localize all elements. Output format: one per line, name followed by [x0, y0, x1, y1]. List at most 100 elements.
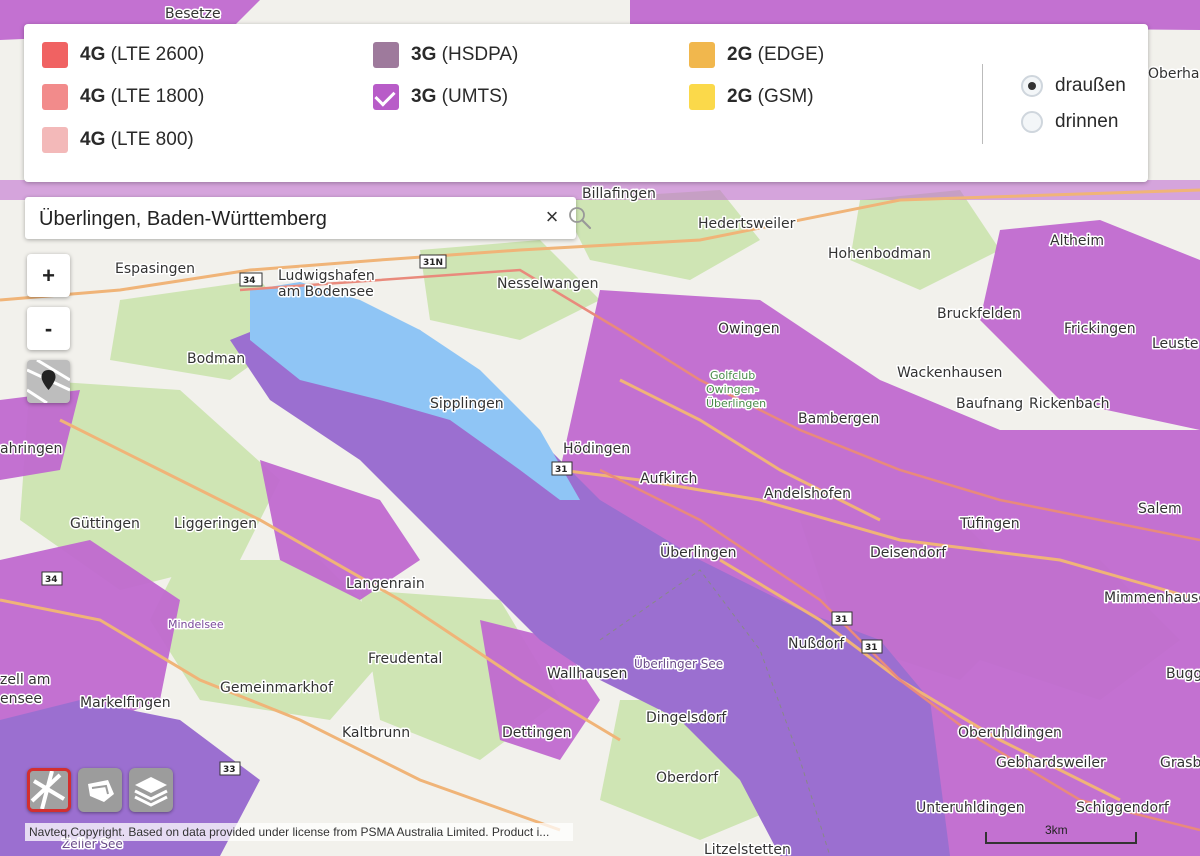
- map-label: Frickingen: [1064, 321, 1136, 337]
- layers-button[interactable]: [129, 768, 173, 812]
- map-label: Wallhausen: [547, 666, 627, 682]
- legend-divider: [982, 64, 983, 144]
- map-label: Litzelstetten: [704, 842, 791, 856]
- map-label: Golfclub: [710, 369, 755, 382]
- map-label: Nußdorf: [788, 636, 845, 652]
- scale-label: 3km: [1045, 823, 1068, 837]
- legend-item-umts[interactable]: 3G (UMTS): [373, 82, 508, 112]
- search-icon[interactable]: [568, 206, 592, 230]
- map-label: Aufkirch: [640, 471, 697, 487]
- map-label: Gebhardsweiler: [996, 755, 1106, 771]
- map-label: Bambergen: [798, 411, 879, 427]
- map-label: Überlinger See: [634, 655, 723, 671]
- map-label: am Bodensee: [278, 284, 374, 300]
- terrain-view-button[interactable]: [78, 768, 122, 812]
- legend-item-lte1800[interactable]: 4G (LTE 1800): [42, 82, 204, 112]
- map-roads-icon: [30, 770, 66, 810]
- map-label: Bodman: [187, 351, 245, 367]
- map-label: Hohenbodman: [828, 246, 931, 262]
- map-label: Grasbe: [1160, 755, 1200, 771]
- map-label: Bruckfelden: [937, 306, 1021, 322]
- map-label: ahringen: [0, 441, 62, 457]
- svg-text:34: 34: [243, 276, 256, 286]
- legend-swatch-checked[interactable]: [373, 84, 399, 110]
- map-label: Billafingen: [582, 186, 656, 202]
- map-label: Mimmenhause: [1104, 590, 1200, 606]
- map-label: Andelshofen: [764, 486, 851, 502]
- map-label: Leuste: [1152, 336, 1198, 352]
- legend-swatch[interactable]: [373, 42, 399, 68]
- map-label: Baufnang: [956, 396, 1023, 412]
- map-label: Hödingen: [563, 441, 630, 457]
- radio-indoor[interactable]: drinnen: [1021, 108, 1118, 136]
- svg-text:33: 33: [223, 765, 236, 775]
- zoom-in-button[interactable]: +: [27, 254, 70, 297]
- map-label: Altheim: [1050, 233, 1104, 249]
- map-label: Ludwigshafen: [278, 268, 375, 284]
- map-label: Besetze: [165, 6, 221, 22]
- map-label: Nesselwangen: [497, 276, 598, 292]
- map-label: Freudental: [368, 651, 442, 667]
- map-label: Unteruhldingen: [916, 800, 1025, 816]
- check-icon: [374, 85, 396, 107]
- map-view-button[interactable]: [27, 768, 71, 812]
- legend-swatch[interactable]: [42, 127, 68, 153]
- map-label: Markelfingen: [80, 695, 171, 711]
- map-label: Owingen: [718, 321, 780, 337]
- radio-outdoor[interactable]: draußen: [1021, 72, 1126, 100]
- scale-bar: 3km: [985, 822, 1137, 846]
- map-label: Sipplingen: [430, 396, 504, 412]
- map-label: Oberha: [1148, 66, 1199, 82]
- search-bar: ×: [25, 197, 592, 239]
- legend-swatch[interactable]: [42, 42, 68, 68]
- map-label: Kaltbrunn: [342, 725, 410, 741]
- legend-swatch[interactable]: [689, 84, 715, 110]
- map-label: Langenrain: [346, 576, 425, 592]
- search-input[interactable]: [37, 205, 511, 233]
- map-label: Gemeinmarkhof: [220, 680, 334, 696]
- map-label: Dettingen: [502, 725, 572, 741]
- map-label: Wackenhausen: [897, 365, 1002, 381]
- map-label: Schiggendorf: [1076, 800, 1170, 816]
- radio-unselected-icon[interactable]: [1021, 111, 1043, 133]
- location-pin-icon: [26, 358, 71, 405]
- svg-text:34: 34: [45, 575, 58, 585]
- legend-item-lte800[interactable]: 4G (LTE 800): [42, 125, 194, 155]
- svg-text:31: 31: [865, 643, 878, 653]
- clear-icon[interactable]: ×: [542, 206, 562, 228]
- map-label: Mindelsee: [168, 618, 224, 631]
- map-label: Überlingen: [660, 543, 737, 561]
- map-label: Tüfingen: [959, 516, 1020, 532]
- map-label: Überlingen: [706, 397, 766, 410]
- map-label: ensee: [0, 691, 42, 707]
- legend-swatch[interactable]: [689, 42, 715, 68]
- map-label: zell am: [0, 672, 50, 688]
- legend-item-gsm[interactable]: 2G (GSM): [689, 82, 814, 112]
- legend-item-lte2600[interactable]: 4G (LTE 2600): [42, 40, 204, 70]
- map-attribution: Navteq,Copyright. Based on data provided…: [25, 823, 573, 841]
- map-label: Hedertsweiler: [698, 216, 796, 232]
- map-label: Bugg: [1166, 666, 1200, 682]
- layers-icon: [134, 777, 168, 807]
- svg-text:31: 31: [555, 465, 568, 475]
- map-label: Salem: [1138, 501, 1182, 517]
- svg-text:31: 31: [835, 615, 848, 625]
- legend-item-hsdpa[interactable]: 3G (HSDPA): [373, 40, 518, 70]
- legend-panel: 4G (LTE 2600) 4G (LTE 1800) 4G (LTE 800)…: [24, 24, 1148, 182]
- legend-swatch[interactable]: [42, 84, 68, 110]
- map-label: Liggeringen: [174, 516, 257, 532]
- map-label: Espasingen: [115, 261, 195, 277]
- radio-selected-icon[interactable]: [1021, 75, 1043, 97]
- zoom-out-button[interactable]: -: [27, 307, 70, 350]
- svg-text:31N: 31N: [423, 258, 443, 268]
- legend-item-edge[interactable]: 2G (EDGE): [689, 40, 824, 70]
- map-label: Rickenbach: [1029, 396, 1109, 412]
- map-label: Dingelsdorf: [646, 710, 727, 726]
- map-label: Deisendorf: [870, 545, 947, 561]
- map-label: Güttingen: [70, 516, 140, 532]
- map-label: Oberuhldingen: [958, 725, 1062, 741]
- locate-button[interactable]: [26, 358, 71, 405]
- map-label: Owingen-: [706, 383, 758, 396]
- terrain-icon: [88, 780, 114, 802]
- map-label: Oberdorf: [656, 770, 719, 786]
